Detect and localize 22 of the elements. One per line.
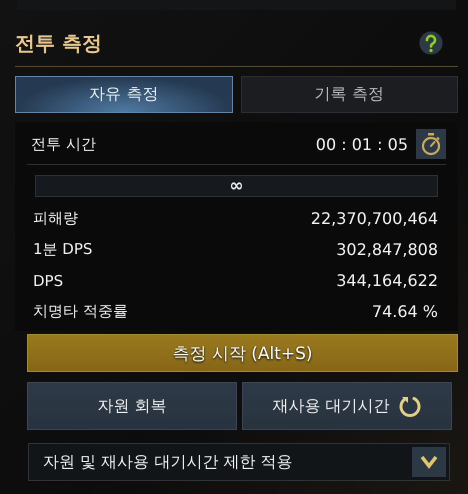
start-button[interactable]: 측정 시작 (Alt+S) bbox=[27, 334, 458, 372]
stat-label: 피해량 bbox=[33, 209, 78, 228]
stat-value: 22,370,700,464 bbox=[310, 209, 438, 228]
stat-value: 74.64 % bbox=[372, 302, 438, 321]
stat-label: 치명타 적중률 bbox=[33, 302, 128, 321]
stat-value: 344,164,622 bbox=[336, 271, 438, 290]
tab[interactable]: 기록 측정 bbox=[240, 76, 458, 113]
stat-value: 302,847,808 bbox=[336, 240, 438, 259]
stopwatch-button[interactable] bbox=[416, 129, 446, 159]
limit-dropdown[interactable]: 자원 및 재사용 대기시간 제한 적용 bbox=[28, 443, 450, 481]
help-icon[interactable] bbox=[418, 30, 444, 56]
timer-label: 전투 시간 bbox=[31, 134, 96, 154]
stat-label: 1분 DPS bbox=[33, 240, 92, 259]
action-button[interactable]: 자원 회복 bbox=[27, 382, 237, 430]
panel-title: 전투 측정 bbox=[15, 30, 102, 56]
refresh-icon bbox=[398, 394, 422, 418]
tab[interactable]: 자유 측정 bbox=[15, 76, 232, 113]
timer-value: 00 : 01 : 05 bbox=[316, 134, 408, 154]
infinity-symbol: ∞ bbox=[229, 176, 244, 196]
stat-label: DPS bbox=[33, 272, 64, 290]
action-button[interactable]: 재사용 대기시간 bbox=[242, 382, 452, 430]
chevron-down-icon bbox=[412, 447, 446, 477]
